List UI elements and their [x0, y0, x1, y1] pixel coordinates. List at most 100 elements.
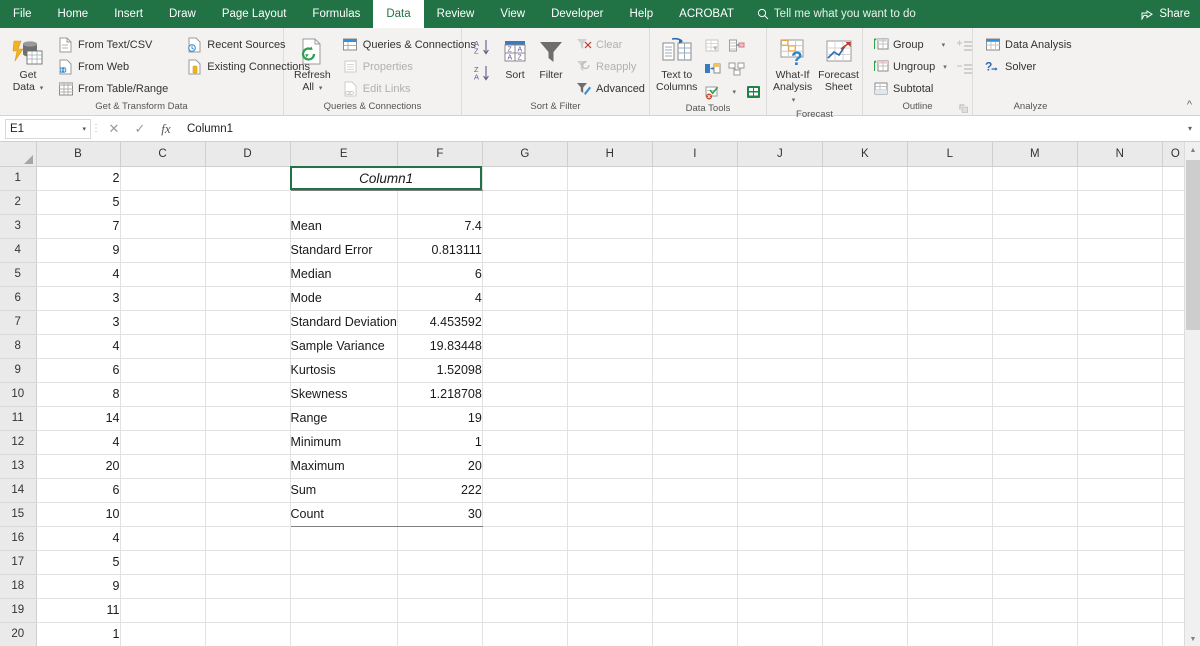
sort-button[interactable]: Z A A Z Sort — [498, 33, 532, 83]
cell-J2[interactable] — [737, 190, 823, 215]
summary-label-mode[interactable]: Mode — [290, 286, 398, 311]
cell-J19[interactable] — [737, 598, 823, 623]
cell-M19[interactable] — [992, 598, 1078, 623]
chevron-down-icon[interactable]: ▾ — [82, 125, 86, 133]
cell-L4[interactable] — [907, 238, 993, 263]
cell-B11[interactable]: 14 — [36, 406, 121, 431]
cell-G8[interactable] — [482, 334, 568, 359]
cell-J15[interactable] — [737, 502, 823, 527]
remove-duplicates-button[interactable] — [701, 58, 723, 80]
cell-N20[interactable] — [1077, 622, 1163, 646]
cell-J6[interactable] — [737, 286, 823, 311]
sort-ascending-button[interactable]: AZ — [472, 36, 494, 58]
cell-H9[interactable] — [567, 358, 653, 383]
cell-N2[interactable] — [1077, 190, 1163, 215]
cell-N11[interactable] — [1077, 406, 1163, 431]
cell-C14[interactable] — [120, 478, 206, 503]
row-header-14[interactable]: 14 — [0, 478, 37, 503]
cell-J13[interactable] — [737, 454, 823, 479]
summary-label-minimum[interactable]: Minimum — [290, 430, 398, 455]
cell-M9[interactable] — [992, 358, 1078, 383]
cell-H3[interactable] — [567, 214, 653, 239]
cell-I1[interactable] — [652, 166, 738, 191]
tab-help[interactable]: Help — [617, 0, 667, 28]
cell-G12[interactable] — [482, 430, 568, 455]
cell-D1[interactable] — [205, 166, 291, 191]
summary-value-minimum[interactable]: 1 — [397, 430, 483, 455]
cell-C1[interactable] — [120, 166, 206, 191]
column-header-D[interactable]: D — [205, 142, 291, 167]
row-header-16[interactable]: 16 — [0, 526, 37, 551]
cell-H19[interactable] — [567, 598, 653, 623]
cell-M14[interactable] — [992, 478, 1078, 503]
row-header-13[interactable]: 13 — [0, 454, 37, 479]
cell-I13[interactable] — [652, 454, 738, 479]
cell-G6[interactable] — [482, 286, 568, 311]
summary-label-range[interactable]: Range — [290, 406, 398, 431]
cell-M20[interactable] — [992, 622, 1078, 646]
cell-C7[interactable] — [120, 310, 206, 335]
cell-N14[interactable] — [1077, 478, 1163, 503]
cell-J4[interactable] — [737, 238, 823, 263]
cell-B13[interactable]: 20 — [36, 454, 121, 479]
cell-N7[interactable] — [1077, 310, 1163, 335]
cell-C13[interactable] — [120, 454, 206, 479]
column-header-C[interactable]: C — [120, 142, 206, 167]
column-header-I[interactable]: I — [652, 142, 738, 167]
row-header-4[interactable]: 4 — [0, 238, 37, 263]
cell-B7[interactable]: 3 — [36, 310, 121, 335]
cell-I8[interactable] — [652, 334, 738, 359]
cell-J17[interactable] — [737, 550, 823, 575]
cell-K14[interactable] — [822, 478, 908, 503]
summary-label-standard-deviation[interactable]: Standard Deviation — [290, 310, 398, 335]
cell-G10[interactable] — [482, 382, 568, 407]
cell-C11[interactable] — [120, 406, 206, 431]
cell-H2[interactable] — [567, 190, 653, 215]
summary-label-maximum[interactable]: Maximum — [290, 454, 398, 479]
cell-H8[interactable] — [567, 334, 653, 359]
row-header-2[interactable]: 2 — [0, 190, 37, 215]
queries-and-connections-button[interactable]: Queries & Connections — [339, 34, 479, 55]
summary-label-skewness[interactable]: Skewness — [290, 382, 398, 407]
cell-C19[interactable] — [120, 598, 206, 623]
cell-K1[interactable] — [822, 166, 908, 191]
cell-K12[interactable] — [822, 430, 908, 455]
column-header-J[interactable]: J — [737, 142, 823, 167]
cell-K19[interactable] — [822, 598, 908, 623]
cell-G11[interactable] — [482, 406, 568, 431]
row-header-18[interactable]: 18 — [0, 574, 37, 599]
summary-value-maximum[interactable]: 20 — [397, 454, 483, 479]
cell-I3[interactable] — [652, 214, 738, 239]
cell-H14[interactable] — [567, 478, 653, 503]
cell-K15[interactable] — [822, 502, 908, 527]
cell-D3[interactable] — [205, 214, 291, 239]
advanced-filter-button[interactable]: Advanced — [572, 78, 648, 99]
tab-home[interactable]: Home — [45, 0, 102, 28]
row-header-10[interactable]: 10 — [0, 382, 37, 407]
ungroup-button[interactable]: Ungroup ▾ — [869, 56, 950, 77]
summary-value-standard-error[interactable]: 0.813111 — [397, 238, 483, 263]
cell-B3[interactable]: 7 — [36, 214, 121, 239]
cell-L11[interactable] — [907, 406, 993, 431]
tab-page-layout[interactable]: Page Layout — [209, 0, 300, 28]
cell-F16[interactable] — [397, 526, 483, 551]
cell-N12[interactable] — [1077, 430, 1163, 455]
cell-B9[interactable]: 6 — [36, 358, 121, 383]
cell-J3[interactable] — [737, 214, 823, 239]
cell-K9[interactable] — [822, 358, 908, 383]
cell-C4[interactable] — [120, 238, 206, 263]
cell-K2[interactable] — [822, 190, 908, 215]
cell-B10[interactable]: 8 — [36, 382, 121, 407]
tab-review[interactable]: Review — [424, 0, 488, 28]
column-header-E[interactable]: E — [290, 142, 398, 167]
scroll-down-button[interactable]: ▼ — [1185, 631, 1200, 646]
cell-E19[interactable] — [290, 598, 398, 623]
cell-G3[interactable] — [482, 214, 568, 239]
cell-G17[interactable] — [482, 550, 568, 575]
vertical-scrollbar[interactable]: ▲ ▼ — [1184, 142, 1200, 646]
cell-D15[interactable] — [205, 502, 291, 527]
cell-L8[interactable] — [907, 334, 993, 359]
cell-G18[interactable] — [482, 574, 568, 599]
cell-L1[interactable] — [907, 166, 993, 191]
tab-file[interactable]: File — [0, 0, 45, 28]
